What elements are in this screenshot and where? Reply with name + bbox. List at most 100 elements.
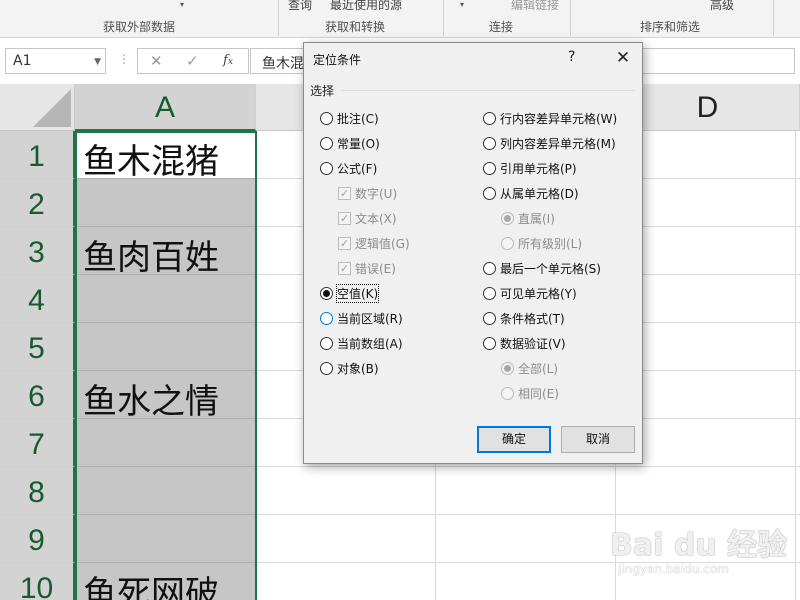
cell-text: 鱼木混猪 [83,142,219,182]
radio-icon[interactable] [320,312,333,325]
option-label: 当前区域(R) [337,312,403,326]
checkbox-icon[interactable]: ✓ [338,212,351,225]
option-label: 逻辑值(G) [355,237,410,251]
row-header[interactable]: 8 [0,467,75,515]
cell-text: 鱼肉百姓 [83,238,219,278]
go-to-special-dialog: 定位条件 ? ✕ 选择 批注(C) 常量(O) 公式(F) ✓ 数字(U) ✓ … [303,42,643,464]
cell-a10[interactable]: 鱼死网破 [75,563,256,600]
option-label: 常量(O) [337,137,380,151]
radio-icon[interactable] [483,287,496,300]
edit-links-button[interactable]: 编辑链接 [511,0,559,13]
ribbon-group-label: 连接 [489,20,514,34]
option-label: 错误(E) [355,262,396,276]
cell-a3[interactable]: 鱼肉百姓 [75,227,256,278]
radio-icon[interactable] [483,312,496,325]
row-header[interactable]: 10 [0,563,75,600]
option-label: 全部(L) [518,362,559,376]
column-header-d[interactable]: D [616,84,800,131]
chevron-down-icon[interactable]: ▾ [180,0,184,9]
row-header[interactable]: 1 [0,131,75,179]
row-header[interactable]: 5 [0,323,75,371]
select-all-corner[interactable] [0,84,75,131]
row-header[interactable]: 4 [0,275,75,323]
row-header[interactable]: 6 [0,371,75,419]
radio-icon[interactable] [320,337,333,350]
name-box[interactable]: A1 ▼ [5,48,106,74]
option-label: 空值(K) [335,284,380,303]
cell-a4[interactable] [75,275,256,323]
checkbox-icon[interactable]: ✓ [338,187,351,200]
cell-a8[interactable] [75,467,256,515]
cell-text: 鱼死网破 [83,574,219,600]
option-label: 相同(E) [518,387,559,401]
option-label: 条件格式(T) [500,312,565,326]
radio-icon[interactable] [483,337,496,350]
option-label: 从属单元格(D) [500,187,579,201]
group-label: 选择 [310,84,335,98]
name-box-value: A1 [13,53,32,69]
radio-icon[interactable] [320,162,333,175]
confirm-entry-icon[interactable]: ✓ [186,52,199,70]
option-label: 文本(X) [355,212,397,226]
option-label: 批注(C) [337,112,379,126]
radio-icon[interactable] [320,112,333,125]
close-icon[interactable]: ✕ [611,46,635,70]
radio-icon[interactable] [483,137,496,150]
checkbox-icon[interactable]: ✓ [338,237,351,250]
group-divider [341,90,635,91]
resize-handle-icon[interactable]: ⋮ [118,52,130,66]
watermark: Bai du 经验 jingyan.baidu.com [610,520,790,590]
cancel-entry-icon[interactable]: ✕ [150,52,163,70]
cell-a6[interactable]: 鱼水之情 [75,371,256,422]
radio-icon[interactable] [501,362,514,375]
option-label: 引用单元格(P) [500,162,577,176]
watermark-brand: Bai du 经验 [610,528,788,563]
option-label: 对象(B) [337,362,379,376]
cell-a2[interactable] [75,179,256,227]
row-header[interactable]: 2 [0,179,75,227]
help-button[interactable]: ? [568,49,575,65]
fx-icon[interactable]: fx [223,53,233,68]
option-label: 数据验证(V) [500,337,566,351]
option-label: 行内容差异单元格(W) [500,112,618,126]
excel-window: ▾ 查询 最近使用的源 ▾ 编辑链接 高级 获取外部数据 获取和转换 连接 排序… [0,0,800,600]
cell-a9[interactable] [75,515,256,563]
formula-buttons: ✕ ✓ fx [137,48,249,74]
option-label: 直属(I) [518,212,555,226]
option-label: 当前数组(A) [337,337,403,351]
cell-a1[interactable]: 鱼木混猪 [75,131,256,182]
option-label: 最后一个单元格(S) [500,262,601,276]
row-header[interactable]: 9 [0,515,75,563]
chevron-down-icon[interactable]: ▾ [460,0,464,9]
watermark-url: jingyan.baidu.com [618,562,729,576]
query-button[interactable]: 查询 [288,0,312,13]
radio-icon[interactable] [501,212,514,225]
recent-sources-button[interactable]: 最近使用的源 [330,0,402,13]
ribbon-group-label: 获取外部数据 [103,20,176,34]
radio-icon[interactable] [320,287,333,300]
advanced-filter-button[interactable]: 高级 [710,0,734,13]
row-header[interactable]: 3 [0,227,75,275]
ribbon: ▾ 查询 最近使用的源 ▾ 编辑链接 高级 获取外部数据 获取和转换 连接 排序… [0,0,800,38]
radio-icon[interactable] [320,362,333,375]
column-header-a[interactable]: A [75,84,256,131]
chevron-down-icon[interactable]: ▼ [94,57,101,67]
row-header[interactable]: 7 [0,419,75,467]
ok-button[interactable]: 确定 [477,426,551,453]
checkbox-icon[interactable]: ✓ [338,262,351,275]
cancel-button[interactable]: 取消 [561,426,635,453]
option-label: 公式(F) [337,162,378,176]
radio-icon[interactable] [483,112,496,125]
radio-icon[interactable] [483,187,496,200]
radio-icon[interactable] [483,262,496,275]
ribbon-group-label: 获取和转换 [325,20,386,34]
cell-text: 鱼水之情 [83,382,219,422]
radio-icon[interactable] [320,137,333,150]
cell-a7[interactable] [75,419,256,467]
radio-icon[interactable] [483,162,496,175]
radio-icon[interactable] [501,387,514,400]
radio-icon[interactable] [501,237,514,250]
option-label: 数字(U) [355,187,398,201]
cell-a5[interactable] [75,323,256,371]
ribbon-group-label: 排序和筛选 [640,20,701,34]
